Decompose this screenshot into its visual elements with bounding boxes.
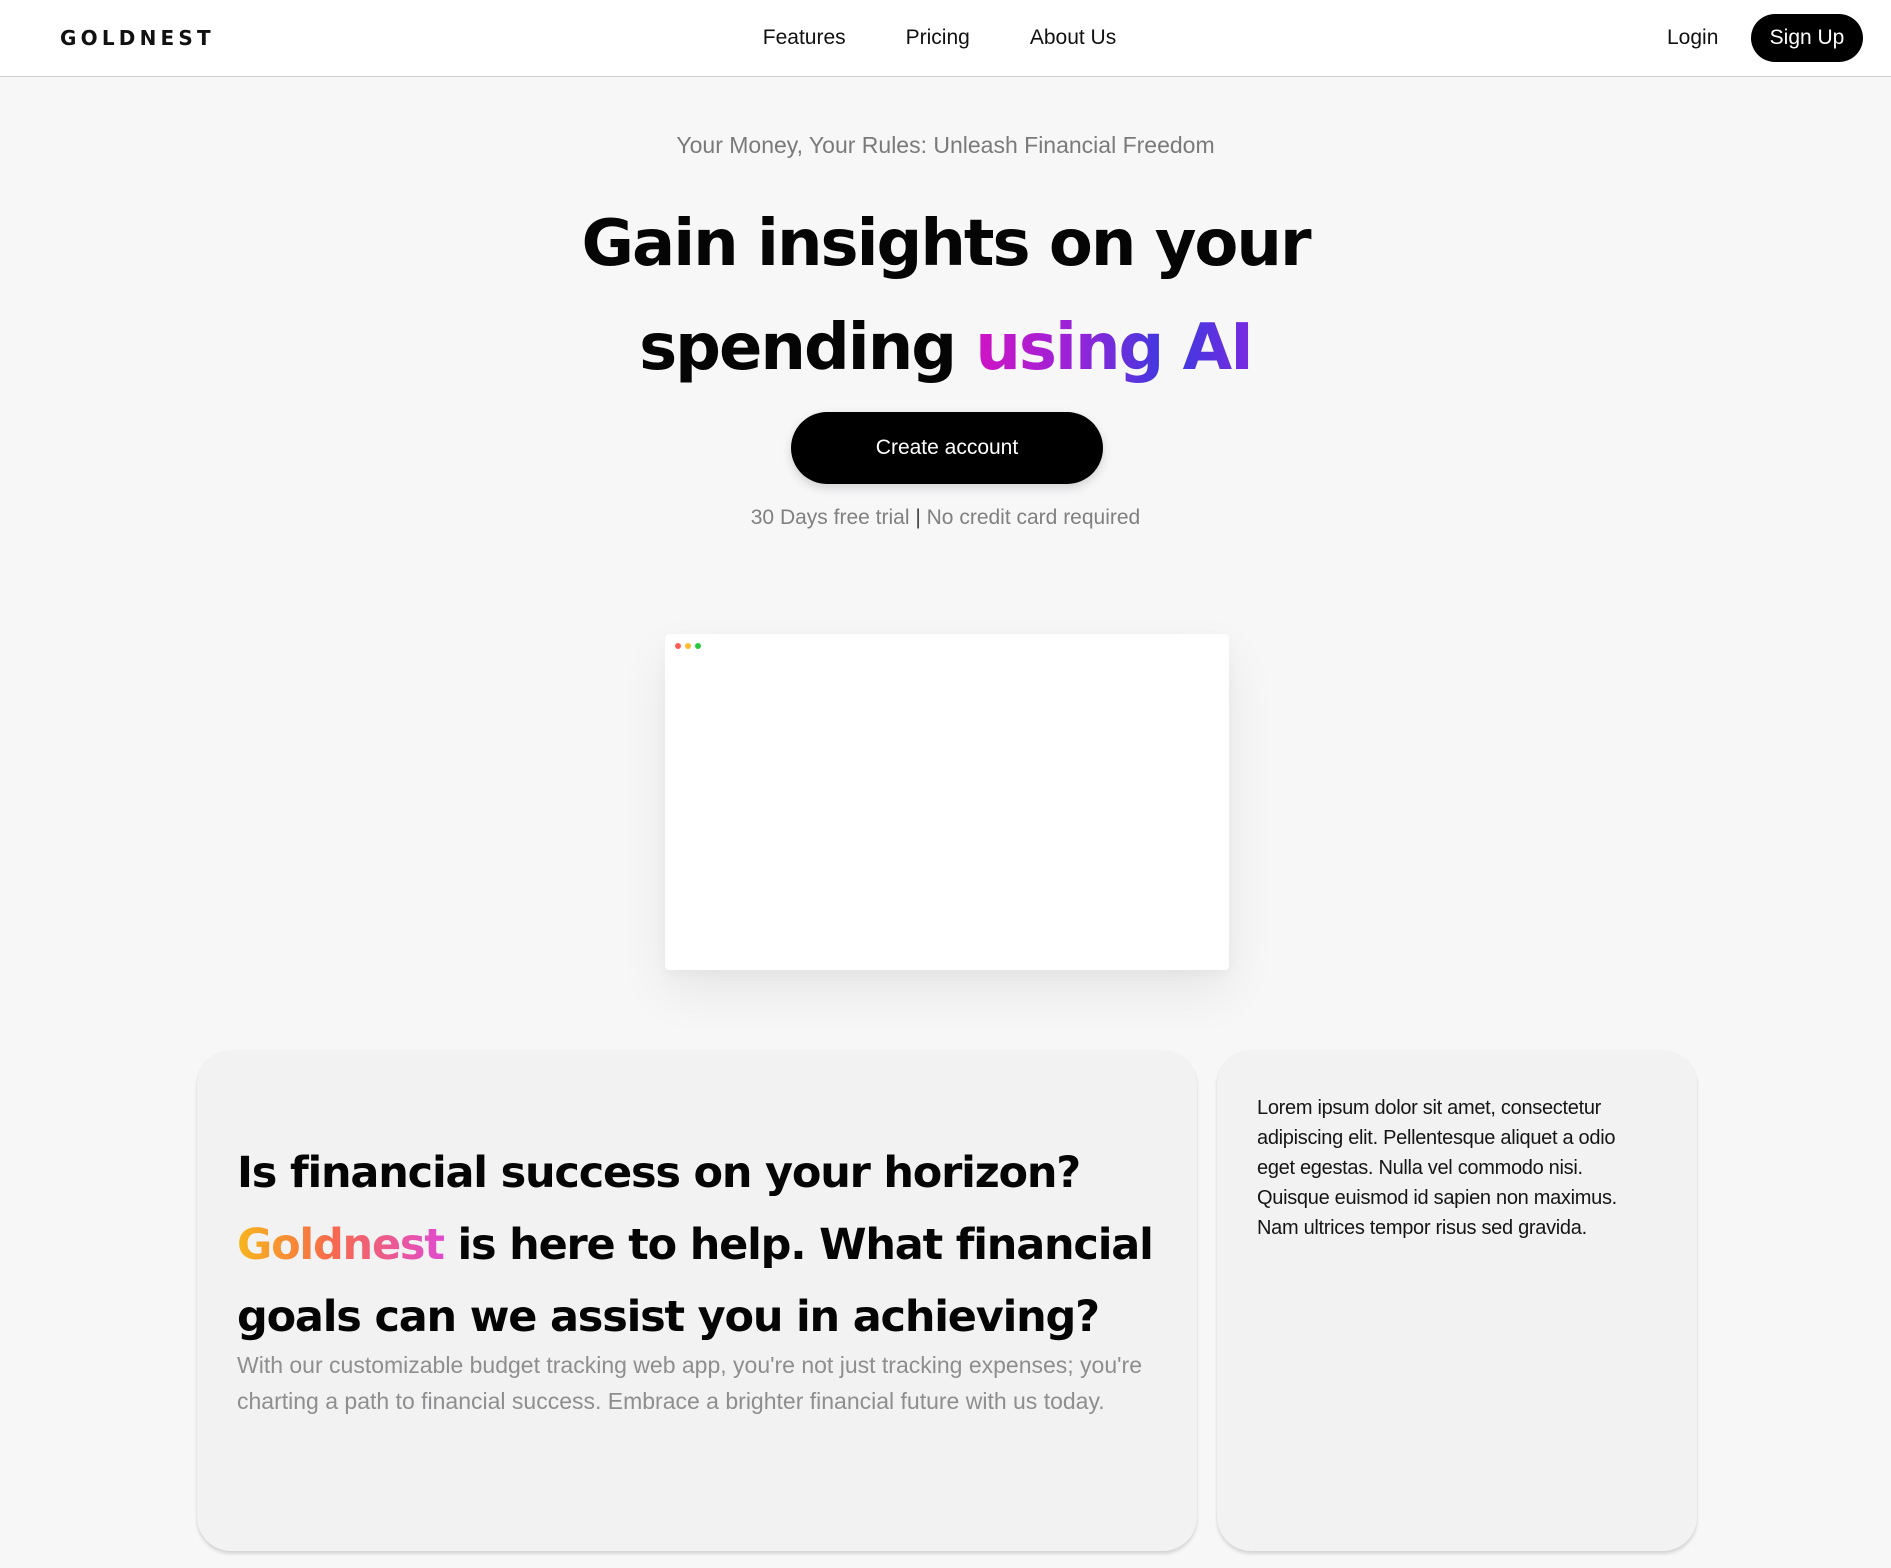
window-close-dot: [675, 643, 681, 649]
trial-note-right: No credit card required: [926, 506, 1141, 529]
hero-headline: Gain insights on your spending using AI: [0, 192, 1891, 400]
feature-card-brand-highlight: Goldnest: [237, 1220, 445, 1270]
main-nav: Features Pricing About Us: [0, 26, 1891, 50]
create-account-button[interactable]: Create account: [791, 412, 1103, 484]
window-minimize-dot: [685, 643, 691, 649]
hero-headline-ai-highlight: using AI: [975, 311, 1254, 385]
nav-link-about-us[interactable]: About Us: [1030, 26, 1116, 50]
side-card: Lorem ipsum dolor sit amet, consectetur …: [1217, 1051, 1697, 1551]
feature-card-heading: Is financial success on your horizon? Go…: [237, 1137, 1157, 1353]
trial-note-left: 30 Days free trial: [750, 506, 910, 529]
trial-note: 30 Days free trial | No credit card requ…: [0, 506, 1891, 530]
hero-tagline: Your Money, Your Rules: Unleash Financia…: [676, 132, 1215, 158]
nav-link-features[interactable]: Features: [763, 26, 846, 50]
navbar: GOLDNEST Features Pricing About Us Login…: [0, 0, 1891, 77]
window-maximize-dot: [695, 643, 701, 649]
feature-card-heading-line1: Is financial success on your horizon?: [237, 1148, 1081, 1198]
app-preview-window: [665, 634, 1229, 970]
hero-headline-line1: Gain insights on your: [581, 207, 1312, 281]
hero-headline-line2: spending: [639, 311, 957, 385]
signup-button[interactable]: Sign Up: [1751, 14, 1863, 62]
feature-card-body: With our customizable budget tracking we…: [237, 1352, 1142, 1414]
window-controls: [675, 643, 701, 649]
trial-note-separator: |: [915, 506, 921, 529]
nav-link-pricing[interactable]: Pricing: [906, 26, 970, 50]
side-card-text: Lorem ipsum dolor sit amet, consectetur …: [1257, 1097, 1617, 1239]
login-link[interactable]: Login: [1667, 26, 1718, 50]
feature-card: Is financial success on your horizon? Go…: [197, 1051, 1197, 1551]
